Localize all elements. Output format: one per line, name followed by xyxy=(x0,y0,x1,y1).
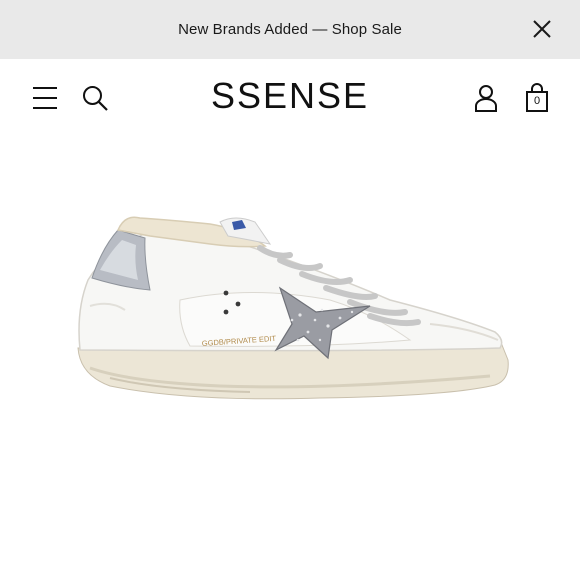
promo-banner: New Brands Added — Shop Sale xyxy=(0,0,580,59)
user-account-icon[interactable] xyxy=(474,84,498,112)
promo-link[interactable]: New Brands Added — Shop Sale xyxy=(178,21,402,38)
product-image[interactable]: GGDB/PRIVATE EDIT xyxy=(70,200,515,415)
close-icon[interactable] xyxy=(530,17,554,41)
logo-link[interactable]: SSENSE xyxy=(211,75,369,116)
shopping-bag-button[interactable]: 0 xyxy=(525,83,549,113)
bag-count-badge: 0 xyxy=(533,95,541,107)
site-header: SSENSE 0 xyxy=(0,59,580,139)
